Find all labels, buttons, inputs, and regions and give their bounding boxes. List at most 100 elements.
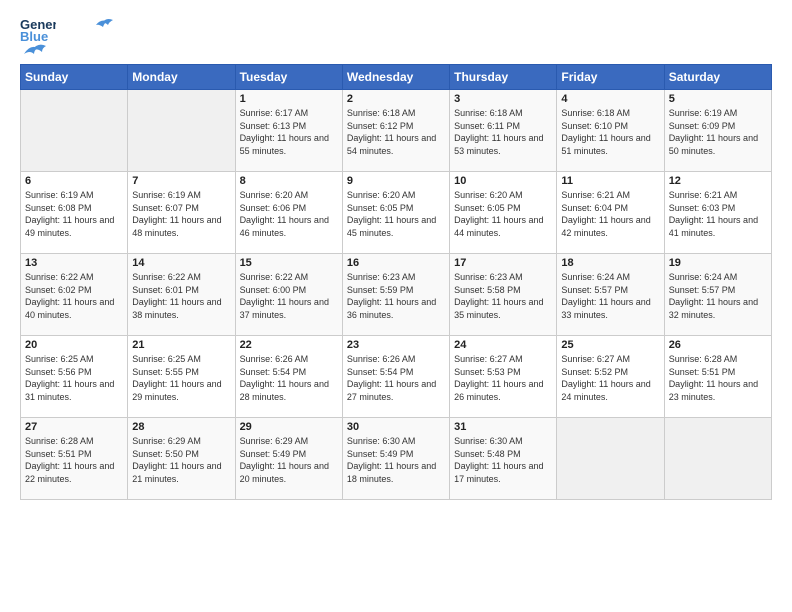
day-info: Sunrise: 6:17 AM Sunset: 6:13 PM Dayligh… xyxy=(240,107,338,157)
day-number: 19 xyxy=(669,257,767,269)
day-number: 25 xyxy=(561,339,659,351)
day-info: Sunrise: 6:23 AM Sunset: 5:59 PM Dayligh… xyxy=(347,271,445,321)
header: General Blue xyxy=(20,15,772,54)
calendar-cell xyxy=(664,418,771,500)
weekday-header: Friday xyxy=(557,65,664,90)
day-number: 29 xyxy=(240,421,338,433)
calendar-cell: 6 Sunrise: 6:19 AM Sunset: 6:08 PM Daylig… xyxy=(21,172,128,254)
day-info: Sunrise: 6:28 AM Sunset: 5:51 PM Dayligh… xyxy=(669,353,767,403)
day-info: Sunrise: 6:30 AM Sunset: 5:49 PM Dayligh… xyxy=(347,435,445,485)
day-info: Sunrise: 6:19 AM Sunset: 6:08 PM Dayligh… xyxy=(25,189,123,239)
calendar-cell: 29 Sunrise: 6:29 AM Sunset: 5:49 PM Dayli… xyxy=(235,418,342,500)
main-container: General Blue xyxy=(0,0,792,510)
calendar-header: SundayMondayTuesdayWednesdayThursdayFrid… xyxy=(21,65,772,90)
calendar-cell: 16 Sunrise: 6:23 AM Sunset: 5:59 PM Dayli… xyxy=(342,254,449,336)
calendar-cell: 28 Sunrise: 6:29 AM Sunset: 5:50 PM Dayli… xyxy=(128,418,235,500)
day-number: 24 xyxy=(454,339,552,351)
day-info: Sunrise: 6:30 AM Sunset: 5:48 PM Dayligh… xyxy=(454,435,552,485)
calendar-cell xyxy=(557,418,664,500)
day-number: 11 xyxy=(561,175,659,187)
calendar-week-row: 6 Sunrise: 6:19 AM Sunset: 6:08 PM Daylig… xyxy=(21,172,772,254)
calendar-cell: 2 Sunrise: 6:18 AM Sunset: 6:12 PM Daylig… xyxy=(342,90,449,172)
day-info: Sunrise: 6:22 AM Sunset: 6:00 PM Dayligh… xyxy=(240,271,338,321)
day-number: 4 xyxy=(561,93,659,105)
day-info: Sunrise: 6:26 AM Sunset: 5:54 PM Dayligh… xyxy=(347,353,445,403)
calendar-cell: 27 Sunrise: 6:28 AM Sunset: 5:51 PM Dayli… xyxy=(21,418,128,500)
calendar-cell: 18 Sunrise: 6:24 AM Sunset: 5:57 PM Dayli… xyxy=(557,254,664,336)
day-info: Sunrise: 6:19 AM Sunset: 6:07 PM Dayligh… xyxy=(132,189,230,239)
day-info: Sunrise: 6:22 AM Sunset: 6:02 PM Dayligh… xyxy=(25,271,123,321)
weekday-header: Tuesday xyxy=(235,65,342,90)
day-info: Sunrise: 6:27 AM Sunset: 5:53 PM Dayligh… xyxy=(454,353,552,403)
calendar-cell: 30 Sunrise: 6:30 AM Sunset: 5:49 PM Dayli… xyxy=(342,418,449,500)
day-info: Sunrise: 6:25 AM Sunset: 5:56 PM Dayligh… xyxy=(25,353,123,403)
day-info: Sunrise: 6:27 AM Sunset: 5:52 PM Dayligh… xyxy=(561,353,659,403)
logo-bird-small xyxy=(22,40,50,58)
day-number: 10 xyxy=(454,175,552,187)
calendar-cell xyxy=(128,90,235,172)
day-info: Sunrise: 6:20 AM Sunset: 6:05 PM Dayligh… xyxy=(454,189,552,239)
day-info: Sunrise: 6:21 AM Sunset: 6:04 PM Dayligh… xyxy=(561,189,659,239)
day-number: 30 xyxy=(347,421,445,433)
day-info: Sunrise: 6:20 AM Sunset: 6:05 PM Dayligh… xyxy=(347,189,445,239)
day-info: Sunrise: 6:28 AM Sunset: 5:51 PM Dayligh… xyxy=(25,435,123,485)
calendar-table: SundayMondayTuesdayWednesdayThursdayFrid… xyxy=(20,64,772,500)
calendar-cell: 26 Sunrise: 6:28 AM Sunset: 5:51 PM Dayli… xyxy=(664,336,771,418)
day-number: 5 xyxy=(669,93,767,105)
day-number: 23 xyxy=(347,339,445,351)
calendar-cell: 31 Sunrise: 6:30 AM Sunset: 5:48 PM Dayli… xyxy=(450,418,557,500)
day-number: 9 xyxy=(347,175,445,187)
calendar-cell: 1Sunrise: 6:17 AM Sunset: 6:13 PM Daylig… xyxy=(235,90,342,172)
day-number: 6 xyxy=(25,175,123,187)
day-number: 13 xyxy=(25,257,123,269)
weekday-header: Saturday xyxy=(664,65,771,90)
day-number: 8 xyxy=(240,175,338,187)
day-number: 14 xyxy=(132,257,230,269)
day-number: 3 xyxy=(454,93,552,105)
weekday-header: Monday xyxy=(128,65,235,90)
day-number: 12 xyxy=(669,175,767,187)
calendar-cell: 7 Sunrise: 6:19 AM Sunset: 6:07 PM Daylig… xyxy=(128,172,235,254)
calendar-week-row: 20Sunrise: 6:25 AM Sunset: 5:56 PM Dayli… xyxy=(21,336,772,418)
logo-bird-icon xyxy=(58,15,113,45)
day-number: 17 xyxy=(454,257,552,269)
calendar-cell: 9 Sunrise: 6:20 AM Sunset: 6:05 PM Daylig… xyxy=(342,172,449,254)
day-info: Sunrise: 6:29 AM Sunset: 5:49 PM Dayligh… xyxy=(240,435,338,485)
calendar-cell: 12 Sunrise: 6:21 AM Sunset: 6:03 PM Dayli… xyxy=(664,172,771,254)
calendar-cell: 14Sunrise: 6:22 AM Sunset: 6:01 PM Dayli… xyxy=(128,254,235,336)
day-info: Sunrise: 6:21 AM Sunset: 6:03 PM Dayligh… xyxy=(669,189,767,239)
day-info: Sunrise: 6:20 AM Sunset: 6:06 PM Dayligh… xyxy=(240,189,338,239)
day-number: 28 xyxy=(132,421,230,433)
day-info: Sunrise: 6:25 AM Sunset: 5:55 PM Dayligh… xyxy=(132,353,230,403)
calendar-cell: 20Sunrise: 6:25 AM Sunset: 5:56 PM Dayli… xyxy=(21,336,128,418)
day-number: 15 xyxy=(240,257,338,269)
day-info: Sunrise: 6:18 AM Sunset: 6:11 PM Dayligh… xyxy=(454,107,552,157)
day-number: 26 xyxy=(669,339,767,351)
day-info: Sunrise: 6:24 AM Sunset: 5:57 PM Dayligh… xyxy=(561,271,659,321)
calendar-cell: 13 Sunrise: 6:22 AM Sunset: 6:02 PM Dayli… xyxy=(21,254,128,336)
calendar-cell: 8 Sunrise: 6:20 AM Sunset: 6:06 PM Daylig… xyxy=(235,172,342,254)
weekday-header: Thursday xyxy=(450,65,557,90)
calendar-cell: 25 Sunrise: 6:27 AM Sunset: 5:52 PM Dayli… xyxy=(557,336,664,418)
day-info: Sunrise: 6:18 AM Sunset: 6:12 PM Dayligh… xyxy=(347,107,445,157)
day-number: 21 xyxy=(132,339,230,351)
calendar-cell: 10 Sunrise: 6:20 AM Sunset: 6:05 PM Dayli… xyxy=(450,172,557,254)
day-number: 31 xyxy=(454,421,552,433)
calendar-cell: 22Sunrise: 6:26 AM Sunset: 5:54 PM Dayli… xyxy=(235,336,342,418)
day-info: Sunrise: 6:19 AM Sunset: 6:09 PM Dayligh… xyxy=(669,107,767,157)
day-info: Sunrise: 6:23 AM Sunset: 5:58 PM Dayligh… xyxy=(454,271,552,321)
day-number: 16 xyxy=(347,257,445,269)
day-info: Sunrise: 6:29 AM Sunset: 5:50 PM Dayligh… xyxy=(132,435,230,485)
weekday-header: Sunday xyxy=(21,65,128,90)
day-number: 27 xyxy=(25,421,123,433)
day-info: Sunrise: 6:26 AM Sunset: 5:54 PM Dayligh… xyxy=(240,353,338,403)
calendar-cell: 3 Sunrise: 6:18 AM Sunset: 6:11 PM Daylig… xyxy=(450,90,557,172)
calendar-cell: 4Sunrise: 6:18 AM Sunset: 6:10 PM Daylig… xyxy=(557,90,664,172)
day-number: 2 xyxy=(347,93,445,105)
calendar-week-row: 13 Sunrise: 6:22 AM Sunset: 6:02 PM Dayli… xyxy=(21,254,772,336)
calendar-week-row: 27 Sunrise: 6:28 AM Sunset: 5:51 PM Dayli… xyxy=(21,418,772,500)
day-number: 7 xyxy=(132,175,230,187)
calendar-cell: 24 Sunrise: 6:27 AM Sunset: 5:53 PM Dayli… xyxy=(450,336,557,418)
day-number: 18 xyxy=(561,257,659,269)
calendar-body: 1Sunrise: 6:17 AM Sunset: 6:13 PM Daylig… xyxy=(21,90,772,500)
